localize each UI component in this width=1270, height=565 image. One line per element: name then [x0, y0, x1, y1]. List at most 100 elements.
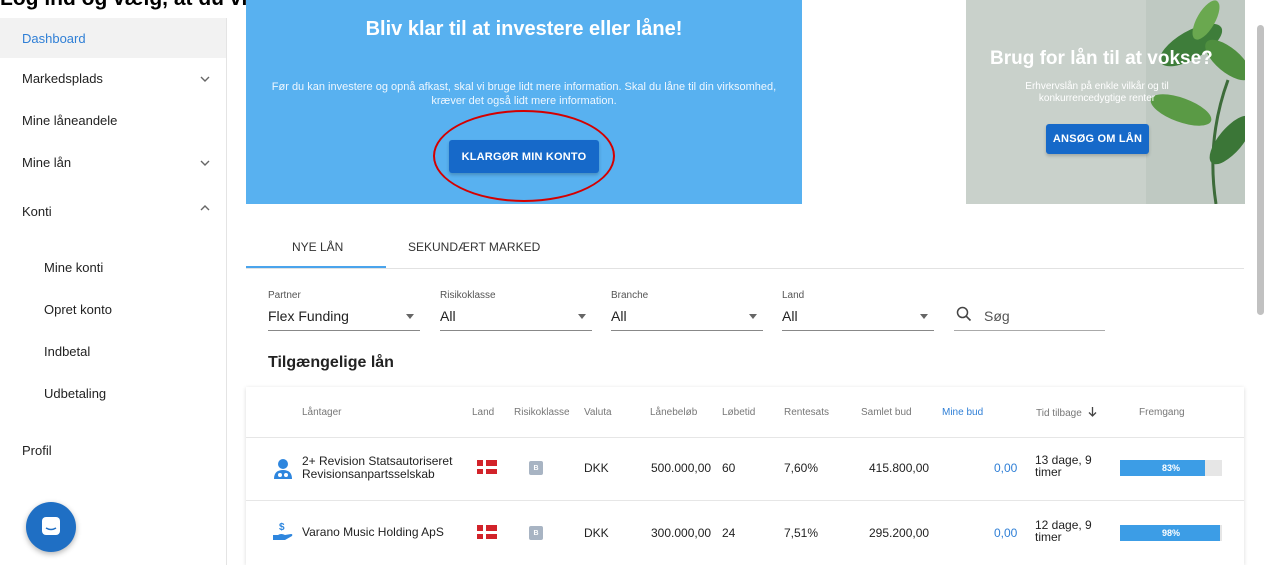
- table-row[interactable]: 2+ Revision Statsautoriseret Revisionsan…: [246, 437, 1244, 500]
- borrower-name-line: Varano Music Holding ApS: [302, 525, 444, 539]
- filter-value: All: [782, 308, 798, 324]
- amount-cell: 300.000,00: [651, 526, 712, 540]
- banner-title: Bliv klar til at investere eller låne!: [365, 18, 683, 40]
- partner-filter[interactable]: Partner Flex Funding: [268, 290, 420, 331]
- chevron-up-icon: [200, 205, 210, 211]
- sidebar-item-dashboard[interactable]: Dashboard: [0, 18, 226, 58]
- search-placeholder: Søg: [984, 308, 1010, 324]
- progress-label: 98%: [1161, 528, 1180, 538]
- banner-text: Før du kan investere og opnå afkast, ska…: [271, 81, 777, 107]
- sidebar-item-label: Mine lån: [22, 154, 72, 170]
- promo-title: Brug for lån til at vokse?: [990, 48, 1213, 69]
- column-header-progress[interactable]: Fremgang: [1139, 407, 1185, 418]
- column-header-my-bids[interactable]: Mine bud: [942, 407, 983, 418]
- sidebar-item-label: Dashboard: [22, 30, 86, 46]
- sidebar-item-udbetaling[interactable]: Udbetaling: [0, 373, 226, 413]
- column-header-country[interactable]: Land: [472, 407, 494, 418]
- term-cell: 60: [722, 461, 736, 475]
- my-bids-cell[interactable]: 0,00: [994, 461, 1017, 475]
- column-header-term[interactable]: Løbetid: [722, 407, 755, 418]
- filter-label: Risikoklasse: [440, 290, 496, 301]
- amount-cell: 500.000,00: [651, 461, 712, 475]
- filter-label: Branche: [611, 290, 649, 301]
- tab-sekundaert-marked[interactable]: SEKUNDÆRT MARKED: [408, 228, 540, 266]
- search-icon: [956, 306, 972, 322]
- sidebar-item-label: Udbetaling: [44, 385, 107, 401]
- sidebar-item-label: Mine konti: [44, 259, 104, 275]
- filter-underline: [782, 330, 934, 331]
- term-cell: 24: [722, 526, 736, 540]
- dropdown-arrow-icon: [578, 314, 586, 319]
- dropdown-arrow-icon: [406, 314, 414, 319]
- sidebar-item-indbetal[interactable]: Indbetal: [0, 331, 226, 371]
- filter-value: Flex Funding: [268, 308, 349, 324]
- filter-underline: [611, 330, 763, 331]
- promo-text: Erhvervslån på enkle vilkår og til konku…: [1025, 81, 1169, 104]
- filter-value: All: [611, 308, 627, 324]
- sidebar: Dashboard Markedsplads Mine låneandele M…: [0, 18, 227, 565]
- filter-underline: [440, 330, 592, 331]
- dropdown-arrow-icon: [920, 314, 928, 319]
- sidebar-item-label: Indbetal: [44, 343, 91, 359]
- sidebar-item-label: Profil: [22, 442, 52, 458]
- column-header-rate[interactable]: Rentesats: [784, 407, 829, 418]
- borrower-name[interactable]: 2+ Revision Statsautoriseret Revisionsan…: [302, 455, 452, 481]
- sidebar-item-mine-lan[interactable]: Mine lån: [0, 142, 226, 182]
- sidebar-item-label: Markedsplads: [22, 70, 103, 86]
- loan-tabs: NYE LÅN SEKUNDÆRT MARKED: [246, 228, 1244, 269]
- loans-table: Låntager Land Risikoklasse Valuta Lånebe…: [246, 387, 1244, 565]
- progress-bar: 83%: [1120, 460, 1222, 476]
- currency-cell: DKK: [584, 461, 609, 475]
- section-title: Tilgængelige lån: [268, 354, 394, 371]
- sidebar-item-label: Mine låneandele: [22, 112, 118, 128]
- active-tab-indicator: [246, 266, 386, 268]
- borrower-name-line: Revisionsanpartsselskab: [302, 467, 435, 481]
- sidebar-item-markedsplads[interactable]: Markedsplads: [0, 58, 226, 98]
- sidebar-item-profil[interactable]: Profil: [0, 430, 226, 470]
- sort-arrow-down-icon: [1088, 407, 1097, 417]
- tab-nye-lan[interactable]: NYE LÅN: [292, 228, 343, 266]
- page-scrollbar[interactable]: [1256, 25, 1265, 315]
- sidebar-item-opret-konto[interactable]: Opret konto: [0, 289, 226, 329]
- filter-underline: [954, 330, 1105, 331]
- column-header-risk[interactable]: Risikoklasse: [514, 407, 570, 418]
- filter-label: Partner: [268, 290, 301, 301]
- sidebar-item-mine-laneandele[interactable]: Mine låneandele: [0, 100, 226, 140]
- borrower-name[interactable]: Varano Music Holding ApS: [302, 526, 444, 539]
- chat-launcher-button[interactable]: [26, 502, 76, 552]
- apply-loan-button[interactable]: ANSØG OM LÅN: [1046, 124, 1149, 154]
- progress-bar: 98%: [1120, 525, 1222, 541]
- column-header-currency[interactable]: Valuta: [584, 407, 612, 418]
- sidebar-item-konti[interactable]: Konti: [0, 191, 226, 231]
- column-header-time-left[interactable]: Tid tilbage: [1036, 407, 1097, 419]
- time-left-line: timer: [1035, 465, 1062, 479]
- risk-class-badge: B: [529, 461, 543, 475]
- chevron-down-icon: [200, 160, 210, 166]
- currency-cell: DKK: [584, 526, 609, 540]
- column-header-amount[interactable]: Lånebeløb: [650, 407, 697, 418]
- svg-text:$: $: [279, 522, 285, 533]
- my-bids-cell[interactable]: 0,00: [994, 526, 1017, 540]
- column-header-total-bids[interactable]: Samlet bud: [861, 407, 912, 418]
- chevron-down-icon: [200, 76, 210, 82]
- total-bids-cell: 295.200,00: [869, 526, 930, 540]
- rate-cell: 7,60%: [784, 461, 819, 475]
- table-row[interactable]: $ Varano Music Holding ApS B DKK 300.000…: [246, 500, 1244, 563]
- hand-money-icon: $: [273, 522, 293, 540]
- country-filter[interactable]: Land All: [782, 290, 934, 331]
- filter-underline: [268, 330, 420, 331]
- column-header-borrower[interactable]: Låntager: [302, 407, 341, 418]
- rate-cell: 7,51%: [784, 526, 819, 540]
- business-person-icon: [274, 459, 292, 479]
- loan-promo-card: Brug for lån til at vokse? Erhvervslån p…: [966, 0, 1245, 204]
- risk-filter[interactable]: Risikoklasse All: [440, 290, 592, 331]
- industry-filter[interactable]: Branche All: [611, 290, 763, 331]
- progress-label: 83%: [1161, 463, 1180, 473]
- risk-class-badge: B: [529, 526, 543, 540]
- sidebar-item-mine-konti[interactable]: Mine konti: [0, 247, 226, 287]
- filter-label: Land: [782, 290, 805, 301]
- sidebar-item-label: Opret konto: [44, 301, 112, 317]
- time-left-cell: 12 dage, 9 timer: [1035, 519, 1092, 543]
- total-bids-cell: 415.800,00: [869, 461, 930, 475]
- time-left-line: timer: [1035, 530, 1062, 544]
